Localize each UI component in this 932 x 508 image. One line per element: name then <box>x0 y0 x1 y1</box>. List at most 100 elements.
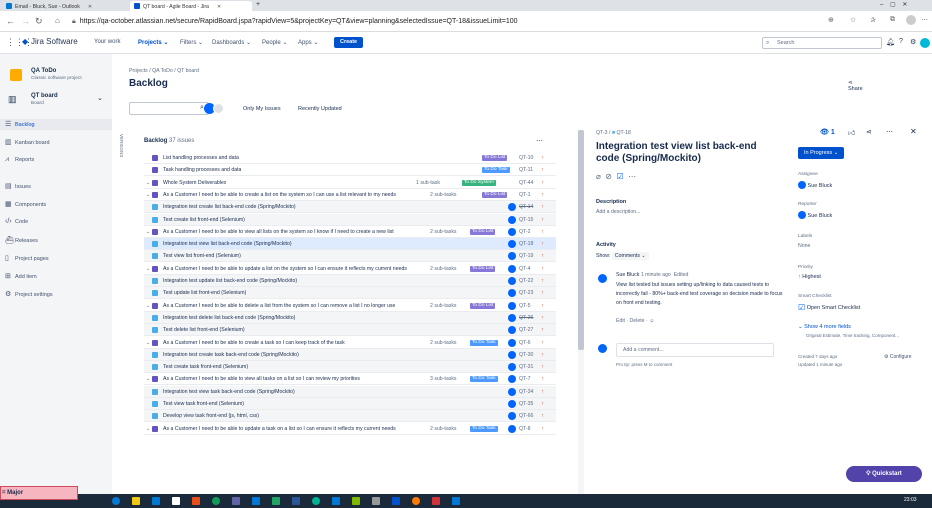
backlog-story-row[interactable]: ⌄ As a Customer I need to be able to dele… <box>144 299 556 312</box>
project-name[interactable]: QA ToDo <box>31 68 56 74</box>
home-icon[interactable]: ⌂ <box>55 16 60 25</box>
attach-icon[interactable]: ⌀ <box>596 172 601 181</box>
close-tab-icon[interactable]: ✕ <box>88 4 92 10</box>
issue-key[interactable]: QT-27 <box>519 324 533 336</box>
like-icon[interactable]: 👍︎ <box>848 128 855 137</box>
forward-arrow-icon[interactable]: → <box>21 16 30 26</box>
settings-gear-icon[interactable]: ⚙ <box>910 38 916 46</box>
watch-icon[interactable]: 👁︎ 1 <box>820 128 835 136</box>
sidebar-item-code[interactable]: ‹/› Code <box>5 218 28 225</box>
app-icon[interactable] <box>372 497 380 505</box>
backlog-subtask-row[interactable]: Integration test delete list back-end co… <box>144 311 556 324</box>
comment-actions[interactable]: Edit · Delete · ☺ <box>616 318 654 324</box>
issue-key[interactable]: QT-2 <box>519 226 531 238</box>
backlog-subtask-row[interactable]: Integration test create task back-end co… <box>144 348 556 361</box>
link-icon[interactable]: ⊘ <box>605 172 612 181</box>
nav-your-work[interactable]: Your work <box>94 39 120 45</box>
sidebar-item-components[interactable]: ▦ Components <box>5 200 46 208</box>
share-button[interactable]: ⋖ Share <box>848 80 863 92</box>
app-icon[interactable] <box>452 497 460 505</box>
configure-button[interactable]: ⚙ Configure <box>884 354 912 360</box>
issue-key[interactable]: QT-31 <box>519 361 533 373</box>
word-icon[interactable] <box>292 497 300 505</box>
backlog-story-row[interactable]: ⌄ Whole System Deliverables 1 sub-task To D… <box>144 176 556 189</box>
issue-key[interactable]: QT-44 <box>519 177 533 189</box>
issue-key[interactable]: QT-35 <box>519 398 533 410</box>
priority-field[interactable]: ↑ Highest <box>798 274 821 280</box>
issue-key[interactable]: QT-8 <box>519 423 531 435</box>
backlog-subtask-row[interactable]: Test update list front-end (Selenium) QT-… <box>144 287 556 300</box>
issue-key[interactable]: QT-30 <box>519 349 533 361</box>
sidebar-item-project-pages[interactable]: ▯ Project pages <box>5 254 49 262</box>
backlog-subtask-row[interactable]: Test view list front-end (Selenium) QT-19… <box>144 250 556 263</box>
checklist-icon[interactable]: ☑ <box>616 172 623 181</box>
issue-key[interactable]: QT-66 <box>519 410 533 422</box>
reporter-field[interactable]: Sue Bluck <box>798 211 832 219</box>
reload-icon[interactable]: ↻ <box>35 16 43 27</box>
issue-key[interactable]: QT-34 <box>519 386 533 398</box>
sidebar-item-issues[interactable]: ▤ Issues <box>5 182 31 190</box>
mail-icon[interactable] <box>152 497 160 505</box>
backlog-subtask-row[interactable]: Integration test view list back-end code… <box>144 238 556 251</box>
board-name[interactable]: QT board <box>31 93 58 99</box>
backlog-subtask-row[interactable]: Test create list front-end (Selenium) QT-… <box>144 213 556 226</box>
excel-icon[interactable] <box>272 497 280 505</box>
sidebar-item-backlog[interactable]: ☰ Backlog <box>0 119 112 130</box>
close-icon[interactable]: ✕ <box>910 127 917 136</box>
backlog-story-row[interactable]: ⌄ As a Customer I need to be able to upda… <box>144 262 556 275</box>
app-icon[interactable] <box>332 497 340 505</box>
start-icon[interactable] <box>112 497 120 505</box>
expand-chevron-icon[interactable]: ⌄ <box>146 337 150 349</box>
backlog-story-row[interactable]: ⌄ As a Customer I need to be able to crea… <box>144 188 556 201</box>
app-icon[interactable] <box>432 497 440 505</box>
nav-projects[interactable]: Projects ⌄ <box>138 39 168 46</box>
expand-chevron-icon[interactable]: ⌄ <box>146 177 150 189</box>
backlog-subtask-row[interactable]: Integration test view task back-end code… <box>144 385 556 398</box>
labels-field[interactable]: None <box>798 243 810 249</box>
backlog-search-input[interactable]: ⌕ <box>129 102 209 115</box>
close-tab-icon[interactable]: ✕ <box>217 4 221 10</box>
sidebar-item-releases[interactable]: ⛴Releases <box>5 236 38 244</box>
expand-chevron-icon[interactable]: ⌄ <box>146 300 150 312</box>
app-switcher-icon[interactable]: ⋮⋮⋮ <box>6 37 33 48</box>
backlog-more-icon[interactable]: ⋯ <box>536 137 543 145</box>
issue-key[interactable]: QT-19 <box>519 250 533 262</box>
issue-key[interactable]: QT-10 <box>519 152 533 164</box>
app-icon[interactable] <box>412 497 420 505</box>
assignee-field[interactable]: Sue Bluck <box>798 181 832 189</box>
backlog-story-row[interactable]: ⌄ As a Customer I need to be able to view… <box>144 373 556 386</box>
filter-recently-updated[interactable]: Recently Updated <box>298 106 342 112</box>
versions-panel-toggle[interactable]: VERSIONS <box>115 134 124 157</box>
browser-tab-jira[interactable]: QT board - Agile Board - Jira ✕ <box>130 1 252 11</box>
smart-checklist-button[interactable]: ☑ Open Smart Checklist <box>798 303 860 312</box>
zoom-icon[interactable]: ⊕ <box>828 16 834 24</box>
issue-key[interactable]: QT-23 <box>519 287 533 299</box>
backlog-story-row[interactable]: ⌄ As a Customer I need to be able to crea… <box>144 336 556 349</box>
emoji-icon[interactable]: ☺ <box>649 318 654 324</box>
more-icon[interactable]: ⋯ <box>886 128 893 136</box>
quickstart-button[interactable]: 💡︎ Quickstart <box>846 466 922 482</box>
user-avatar[interactable] <box>920 38 930 48</box>
backlog-story-row[interactable]: List handling processes and data To Do Li… <box>144 152 556 164</box>
backlog-story-row[interactable]: ⌄ As a Customer I need to be able to upda… <box>144 422 556 435</box>
star-icon[interactable]: ☆ <box>850 16 856 24</box>
backlog-story-row[interactable]: Task handling processes and data To Do Ta… <box>144 164 556 177</box>
chrome-icon[interactable] <box>212 497 220 505</box>
backlog-subtask-row[interactable]: Develop view task front-end (js, html, c… <box>144 410 556 423</box>
sidebar-item-kanban[interactable]: ▥ Kanban board <box>5 138 50 146</box>
window-controls[interactable]: – ▢ ✕ <box>880 1 907 8</box>
backlog-subtask-row[interactable]: Integration test update list back-end co… <box>144 275 556 287</box>
backlog-subtask-row[interactable]: Integration test create list back-end co… <box>144 201 556 214</box>
status-button[interactable]: In Progress ⌄ <box>798 147 845 159</box>
product-name[interactable]: Jira Software <box>31 37 78 46</box>
issue-title[interactable]: Integration test view list back-end code… <box>596 141 774 165</box>
activity-filter-select[interactable]: Comments ⌄ <box>611 252 649 260</box>
more-icon[interactable]: ⋯ <box>921 16 928 24</box>
issue-key[interactable]: QT-6 <box>519 337 531 349</box>
help-icon[interactable]: ? <box>899 38 903 45</box>
edge-icon[interactable] <box>312 497 320 505</box>
outlook-icon[interactable] <box>252 497 260 505</box>
more-icon[interactable]: ⋯ <box>628 172 636 181</box>
app-icon[interactable] <box>352 497 360 505</box>
issue-key[interactable]: QT-1 <box>519 189 531 201</box>
